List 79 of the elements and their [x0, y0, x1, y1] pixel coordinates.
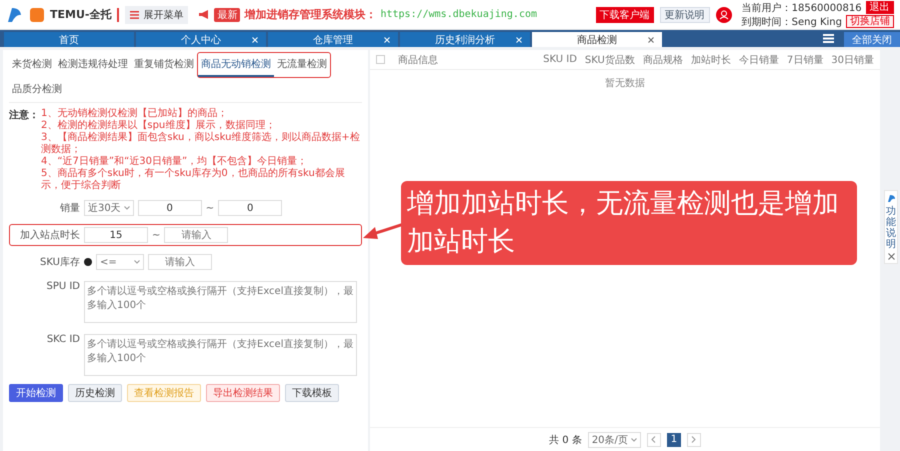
subtab[interactable]: 来货检测 [9, 53, 55, 77]
note-text: 1、无动销检测仅检测【已加站】的商品； [41, 108, 228, 120]
operator-select[interactable]: <= [96, 254, 144, 270]
period-select[interactable]: 近30天 [84, 200, 134, 216]
action-button[interactable]: 历史检测 [68, 384, 122, 402]
note-text: 4、“近7日销量”和“近30日销量”，均【不包含】今日销量； [41, 156, 308, 168]
close-all-button[interactable]: 全部关闭 [844, 32, 900, 47]
info-icon [84, 258, 92, 266]
to-input[interactable]: 请输入 [164, 227, 228, 243]
column-header: 7日销量 [786, 54, 824, 66]
notice-badge: 最新 [214, 8, 240, 22]
action-button[interactable]: 导出检测结果 [206, 384, 280, 402]
page-tab[interactable]: 历史利润分析 [400, 32, 530, 47]
field-label: SKC ID [46, 334, 80, 345]
subtab[interactable]: 品质分检测 [9, 78, 65, 102]
logo-icon [6, 6, 24, 24]
help-panel[interactable]: 功能说明 [884, 190, 898, 264]
column-header: SKU ID [543, 54, 577, 65]
note-text: 5、商品有多个sku时，有一个sku库存为0，也商品的所有sku都会展示，便于综合判断 [41, 168, 346, 192]
chevron-right-icon [691, 436, 696, 443]
total-count: 共 0 条 [549, 434, 582, 446]
user-label: 当前用户：18560000816 [742, 2, 862, 14]
brand-name: TEMU-全托 [50, 7, 112, 22]
update-button[interactable]: 更新说明 [660, 6, 710, 22]
page-tab[interactable]: 商品检测 [532, 32, 662, 47]
note-text: 2、检测的检测结果以【spu维度】展示，数据同理； [41, 120, 276, 132]
close-icon[interactable] [888, 253, 894, 260]
switch-store-button[interactable]: 切换店铺 [846, 15, 894, 28]
range-separator: ~ [152, 230, 160, 240]
megaphone-icon [198, 9, 210, 20]
subtab[interactable]: 商品无动销检测 [198, 53, 274, 77]
caret-icon [134, 260, 140, 264]
menu-button[interactable]: 展开菜单 [125, 6, 188, 24]
field-label: SPU ID [45, 281, 80, 292]
note-text: 3、【商品检测结果】面包含sku，商以sku维度筛选，则以商品数据+检测数据； [41, 132, 361, 156]
caret-icon [630, 438, 637, 442]
list-icon[interactable] [823, 34, 834, 43]
page-tab[interactable]: 仓库管理 [268, 32, 398, 47]
from-input[interactable]: 15 [84, 227, 148, 243]
field-label: 销量 [59, 202, 80, 215]
field-label: 加入站点时长 [19, 228, 80, 242]
notice-text: 增加进销存管理系统模块： [244, 7, 376, 22]
subtab[interactable]: 重复铺货检测 [131, 53, 197, 77]
download-button[interactable]: 下载客户端 [596, 6, 654, 22]
field-label: SKU库存 [39, 256, 80, 269]
avatar-icon [716, 6, 732, 22]
callout-text: 增加加站时长，无流量检测也是增加加站时长 [401, 181, 857, 265]
column-header: SKU货品数 [584, 54, 635, 66]
column-header: 今日销量 [738, 54, 779, 66]
page-button[interactable]: 1 [666, 432, 681, 446]
id-input[interactable]: 多个请以逗号或空格或换行隔开（支持Excel直接复制），最多输入100个 [84, 334, 357, 376]
page-tab[interactable]: 个人中心 [136, 32, 266, 47]
column-header: 加站时长 [690, 54, 731, 66]
subtab[interactable]: 无流量检测 [274, 53, 330, 77]
brand-icon [30, 8, 44, 22]
expiry-label: 到期时间：Seng King [742, 16, 842, 28]
page-tab[interactable]: 首页 [4, 32, 134, 47]
subtab[interactable]: 检测违规待处理 [55, 53, 131, 77]
select-all-checkbox[interactable] [376, 55, 385, 64]
caret-icon [124, 206, 130, 210]
id-input[interactable]: 多个请以逗号或空格或换行隔开（支持Excel直接复制），最多输入100个 [84, 281, 357, 323]
chevron-left-icon [651, 436, 656, 443]
help-label[interactable]: 功能说明 [886, 206, 896, 250]
help-icon [886, 194, 896, 203]
column-header: 商品信息 [398, 54, 439, 66]
to-input[interactable]: 0 [218, 200, 282, 216]
empty-text: 暂无数据 [605, 76, 645, 90]
range-separator: ~ [206, 202, 214, 214]
close-icon[interactable] [648, 36, 654, 42]
menu-icon [130, 10, 140, 18]
action-button[interactable]: 开始检测 [9, 384, 63, 402]
from-input[interactable]: 0 [138, 200, 202, 216]
action-button[interactable]: 下载模板 [285, 384, 339, 402]
notes-title: 注意： [9, 108, 39, 123]
page-size-select[interactable]: 20条/页 [588, 432, 641, 448]
column-header: 30日销量 [831, 54, 874, 66]
column-header: 商品规格 [642, 54, 683, 66]
stock-input[interactable]: 请输入 [148, 254, 212, 270]
logout-button[interactable]: 退出 [866, 1, 894, 14]
